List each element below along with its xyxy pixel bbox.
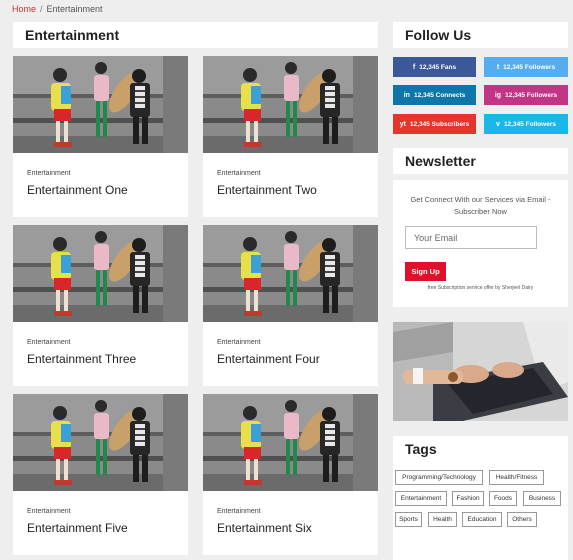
linkedin-follow-button[interactable]: in 12,345 Connects (393, 85, 476, 105)
post-title[interactable]: Entertainment Six (217, 521, 312, 535)
tag-link[interactable]: Entertainment (395, 491, 447, 506)
kids-photo-image (203, 56, 378, 153)
tag-link[interactable]: Education (462, 512, 502, 527)
post-thumbnail[interactable] (13, 394, 188, 491)
newsletter-widget: Get Connect With our Services via Email … (393, 180, 568, 307)
breadcrumb: Home / Entertainment (12, 4, 103, 14)
post-card[interactable]: Entertainment Entertainment Three (13, 225, 188, 386)
post-category[interactable]: Entertainment (217, 170, 261, 177)
twitter-follow-button[interactable]: t 12,345 Followers (484, 57, 568, 77)
youtube-icon: yt (399, 120, 406, 128)
instagram-icon: ig (494, 91, 502, 99)
instagram-follow-button[interactable]: ig 12,345 Followers (484, 85, 568, 105)
facebook-count: 12,345 Fans (419, 63, 457, 71)
twitter-count: 12,345 Followers (503, 63, 556, 71)
tag-link[interactable]: Health (428, 512, 457, 527)
post-category[interactable]: Entertainment (217, 339, 261, 346)
tags-title: Tags (405, 441, 437, 457)
post-thumbnail[interactable] (203, 225, 378, 322)
post-title[interactable]: Entertainment Two (217, 183, 317, 197)
post-category[interactable]: Entertainment (27, 339, 71, 346)
tags-widget: Programming/Technology Health/Fitness En… (393, 462, 568, 560)
kids-photo-image (13, 56, 188, 153)
tag-link[interactable]: Foods (489, 491, 517, 506)
post-card[interactable]: Entertainment Entertainment One (13, 56, 188, 217)
newsletter-header: Newsletter (393, 148, 568, 174)
laptop-ad-image[interactable] (393, 322, 568, 421)
post-category[interactable]: Entertainment (27, 170, 71, 177)
post-card[interactable]: Entertainment Entertainment Five (13, 394, 188, 555)
facebook-icon: f (412, 63, 416, 71)
post-title[interactable]: Entertainment Three (27, 352, 136, 366)
newsletter-title: Newsletter (405, 153, 476, 169)
post-title[interactable]: Entertainment One (27, 183, 128, 197)
linkedin-count: 12,345 Connects (413, 91, 466, 99)
instagram-count: 12,345 Followers (505, 91, 558, 99)
breadcrumb-separator: / (40, 4, 43, 14)
post-thumbnail[interactable] (13, 56, 188, 153)
follow-us-header: Follow Us (393, 22, 568, 48)
twitter-icon: t (496, 63, 500, 71)
post-title[interactable]: Entertainment Four (217, 352, 320, 366)
tag-link[interactable]: Sports (395, 512, 422, 527)
newsletter-description: Get Connect With our Services via Email … (410, 195, 551, 216)
tag-link[interactable]: Health/Fitness (489, 470, 544, 485)
post-card[interactable]: Entertainment Entertainment Two (203, 56, 378, 217)
youtube-follow-button[interactable]: yt 12,345 Subscribers (393, 114, 476, 134)
section-header: Entertainment (13, 22, 378, 48)
tag-link[interactable]: Programming/Technology (395, 470, 483, 485)
follow-us-title: Follow Us (405, 27, 472, 43)
breadcrumb-current: Entertainment (46, 4, 103, 14)
post-title[interactable]: Entertainment Five (27, 521, 128, 535)
breadcrumb-home-link[interactable]: Home (12, 4, 36, 14)
youtube-count: 12,345 Subscribers (409, 120, 470, 128)
post-card[interactable]: Entertainment Entertainment Six (203, 394, 378, 555)
post-category[interactable]: Entertainment (27, 508, 71, 515)
post-thumbnail[interactable] (203, 394, 378, 491)
vimeo-icon: v (496, 120, 500, 128)
kids-photo-image (13, 225, 188, 322)
vimeo-count: 12,345 Followers (503, 120, 556, 128)
vimeo-follow-button[interactable]: v 12,345 Followers (484, 114, 568, 134)
linkedin-icon: in (403, 91, 410, 99)
facebook-follow-button[interactable]: f 12,345 Fans (393, 57, 476, 77)
email-field[interactable] (405, 226, 537, 249)
tag-link[interactable]: Others (507, 512, 537, 527)
kids-photo-image (203, 394, 378, 491)
page-title: Entertainment (25, 27, 120, 43)
post-thumbnail[interactable] (203, 56, 378, 153)
tag-link[interactable]: Fashion (452, 491, 484, 506)
kids-photo-image (203, 225, 378, 322)
post-thumbnail[interactable] (13, 225, 188, 322)
post-card[interactable]: Entertainment Entertainment Four (203, 225, 378, 386)
sign-up-button[interactable]: Sign Up (405, 262, 446, 281)
newsletter-footnote: free Subscription service offer by Sherj… (427, 285, 534, 291)
kids-photo-image (13, 394, 188, 491)
post-category[interactable]: Entertainment (217, 508, 261, 515)
laptop-typing-image (393, 322, 568, 421)
tags-header: Tags (393, 436, 568, 462)
tag-link[interactable]: Business (523, 491, 561, 506)
